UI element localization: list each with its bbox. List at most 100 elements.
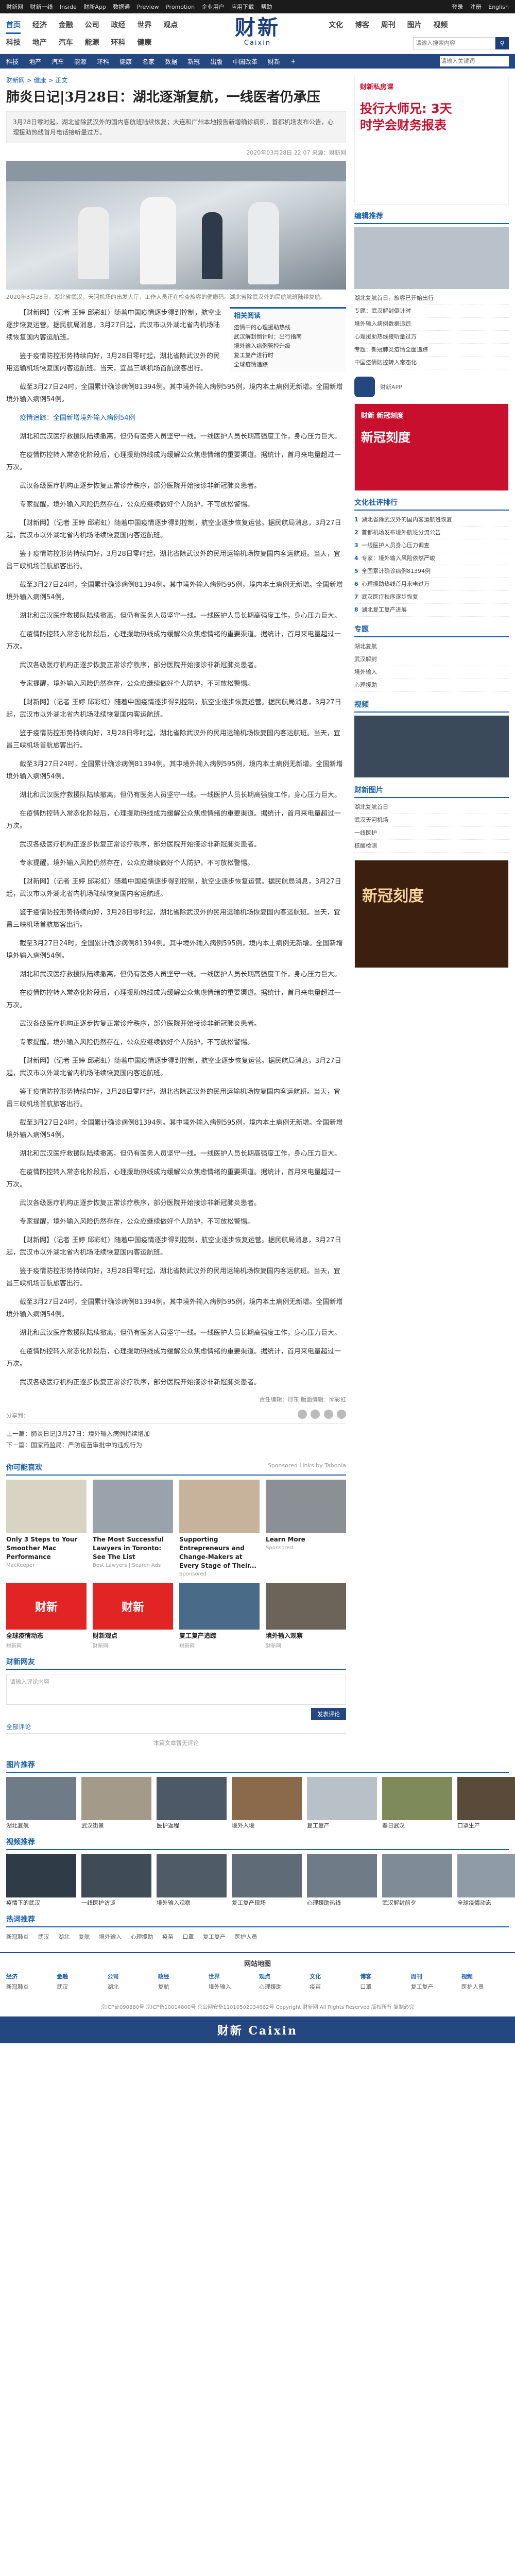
top-link[interactable]: 帮助 xyxy=(261,4,272,10)
submit-comment-button[interactable]: 发表评论 xyxy=(311,1708,346,1720)
special-item[interactable]: 心理援助 xyxy=(354,679,509,692)
english-link[interactable]: English xyxy=(488,4,509,10)
ranking-item[interactable]: 8 湖北复工复产进展 xyxy=(354,604,509,617)
nav-item[interactable]: 图片 xyxy=(407,21,422,29)
related-item[interactable]: 复工复产进行时 xyxy=(234,351,342,360)
top-link[interactable]: Promotion xyxy=(166,4,195,10)
keyword[interactable]: 心理援助 xyxy=(131,1934,153,1940)
special-item[interactable]: 湖北复航 xyxy=(354,640,509,653)
subnav-item[interactable]: + xyxy=(290,58,296,65)
photo-card[interactable]: 口罩生产 xyxy=(457,1777,515,1829)
nav-item-home[interactable]: 首页 xyxy=(6,21,21,34)
top-link[interactable]: 财新网 xyxy=(6,4,23,10)
keyword[interactable]: 医护人员 xyxy=(235,1934,258,1940)
photo-box-item[interactable]: 湖北复航首日 xyxy=(354,801,509,814)
editor-picks-image[interactable] xyxy=(354,227,509,289)
next-article[interactable]: 下一篇：国家药监局：严防疫苗审批中的违规行为 xyxy=(6,1439,346,1451)
subnav-item[interactable]: 健康 xyxy=(119,57,132,66)
photo-card[interactable]: 武汉街景 xyxy=(81,1777,151,1829)
list-item[interactable]: 专题：武汉解封倒计时 xyxy=(354,305,509,318)
keyword[interactable]: 复工复产 xyxy=(203,1934,226,1940)
recommend-card[interactable]: Supporting Entrepreneurs and Change-Make… xyxy=(179,1480,260,1577)
site-map-col[interactable]: 经济 xyxy=(6,1972,54,1980)
site-map-link[interactable]: 医护人员 xyxy=(461,1982,509,1991)
nav-item[interactable]: 能源 xyxy=(85,39,99,47)
subnav-item[interactable]: 名家 xyxy=(142,57,154,66)
subnav-item[interactable]: 新冠 xyxy=(187,57,200,66)
ranking-item[interactable]: 3 一线医护人员身心压力调查 xyxy=(354,539,509,552)
photo-card[interactable]: 境外入境 xyxy=(232,1777,302,1829)
site-map-link[interactable]: 心理援助 xyxy=(259,1982,306,1991)
photo-box-item[interactable]: 核酸检测 xyxy=(354,840,509,853)
keyword[interactable]: 武汉 xyxy=(38,1934,49,1940)
site-map-col[interactable]: 观点 xyxy=(259,1972,306,1980)
keyword[interactable]: 疫苗 xyxy=(162,1934,174,1940)
list-item[interactable]: 心理援助热线接听量过万 xyxy=(354,331,509,344)
top-link[interactable]: 应用下载 xyxy=(231,4,254,10)
prev-article[interactable]: 上一篇：肺炎日记|3月27日：境外输入病例持续增加 xyxy=(6,1428,346,1439)
nav-item[interactable]: 汽车 xyxy=(59,39,73,47)
nav-item[interactable]: 周刊 xyxy=(381,21,396,29)
nav-item[interactable]: 世界 xyxy=(137,21,151,29)
video-card[interactable]: 武汉解封前夕 xyxy=(382,1854,452,1907)
nav-item[interactable]: 观点 xyxy=(163,21,178,29)
ranking-item[interactable]: 5 全国累计确诊病例81394例 xyxy=(354,565,509,578)
site-map-col[interactable]: 世界 xyxy=(209,1972,256,1980)
subnav-item[interactable]: 环科 xyxy=(97,57,109,66)
related-link[interactable]: 疫情追踪：全国新增境外输入病例54例 xyxy=(6,412,346,425)
ad-reform[interactable]: 财新 新冠刻度 新冠刻度 xyxy=(354,403,509,491)
photo-box-item[interactable]: 一线医护 xyxy=(354,827,509,840)
sponsored-label[interactable]: Sponsored Links by Taboola xyxy=(268,1462,346,1472)
top-link[interactable]: Inside xyxy=(60,4,77,10)
subnav-search-input[interactable] xyxy=(440,56,509,66)
site-map-col[interactable]: 政经 xyxy=(158,1972,205,1980)
nav-item[interactable]: 公司 xyxy=(85,21,99,29)
subnav-item[interactable]: 汽车 xyxy=(52,57,64,66)
qzone-icon[interactable] xyxy=(323,1410,333,1419)
search-input[interactable] xyxy=(413,37,495,49)
subnav-item[interactable]: 地产 xyxy=(29,57,41,66)
photo-box-item[interactable]: 武汉天河机场 xyxy=(354,814,509,827)
subnav-item[interactable]: 科技 xyxy=(6,57,19,66)
video-card[interactable]: 心理援助热线 xyxy=(307,1854,377,1907)
related-item[interactable]: 全球疫情追踪 xyxy=(234,360,342,369)
keyword[interactable]: 境外输入 xyxy=(99,1934,122,1940)
list-item[interactable]: 境外输入病例数据追踪 xyxy=(354,318,509,331)
video-card[interactable]: 境外输入观察 xyxy=(157,1854,227,1907)
recommend-card[interactable]: 财新 全球疫情动态 财新网 xyxy=(6,1583,87,1649)
top-link[interactable]: 财新一线 xyxy=(30,4,53,10)
ranking-item[interactable]: 1 湖北省除武汉外的国内客运航班恢复 xyxy=(354,514,509,527)
footer-logo[interactable]: 财新 Caixin xyxy=(0,2016,515,2043)
site-map-link[interactable]: 复工复产 xyxy=(411,1982,458,1991)
top-link[interactable]: 数据通 xyxy=(113,4,130,10)
photo-card[interactable]: 复工复产 xyxy=(307,1777,377,1829)
ad-course[interactable]: 财新私房课 投行大师兄: 3天 时学会财务报表 xyxy=(354,76,509,205)
top-link[interactable]: 财新App xyxy=(83,4,106,10)
ranking-item[interactable]: 2 首都机场发布境外航班分流公告 xyxy=(354,527,509,539)
keyword[interactable]: 新冠肺炎 xyxy=(6,1934,29,1940)
register-link[interactable]: 注册 xyxy=(470,4,482,10)
site-map-col[interactable]: 视频 xyxy=(461,1972,509,1980)
more-share-icon[interactable] xyxy=(337,1410,346,1419)
recommend-card[interactable]: 复工复产追踪 财新网 xyxy=(179,1583,260,1649)
keyword[interactable]: 口罩 xyxy=(183,1934,194,1940)
ad-brown[interactable]: 新冠刻度 xyxy=(354,860,509,968)
video-card[interactable]: 复工复产现场 xyxy=(232,1854,302,1907)
site-map-col[interactable]: 金融 xyxy=(57,1972,104,1980)
nav-item[interactable]: 政经 xyxy=(111,21,126,29)
app-promo[interactable]: 财新APP xyxy=(354,377,509,397)
keyword[interactable]: 湖北 xyxy=(58,1934,70,1940)
nav-item[interactable]: 地产 xyxy=(32,39,47,47)
nav-item[interactable]: 文化 xyxy=(329,21,343,29)
photo-card[interactable]: 湖北复航 xyxy=(6,1777,76,1829)
photo-card[interactable]: 医护返程 xyxy=(157,1777,227,1829)
site-map-col[interactable]: 公司 xyxy=(107,1972,154,1980)
special-item[interactable]: 境外输入 xyxy=(354,666,509,679)
list-item[interactable]: 专题：新冠肺炎疫情全面追踪 xyxy=(354,344,509,357)
search-icon[interactable]: ⚲ xyxy=(495,37,509,49)
site-map-link[interactable]: 武汉 xyxy=(57,1982,104,1991)
related-item[interactable]: 疫情中的心理援助热线 xyxy=(234,323,342,332)
site-map-col[interactable]: 周刊 xyxy=(411,1972,458,1980)
comment-tabs[interactable]: 全部评论 xyxy=(6,1720,346,1734)
comment-input[interactable]: 请输入评论内容 xyxy=(6,1674,346,1705)
